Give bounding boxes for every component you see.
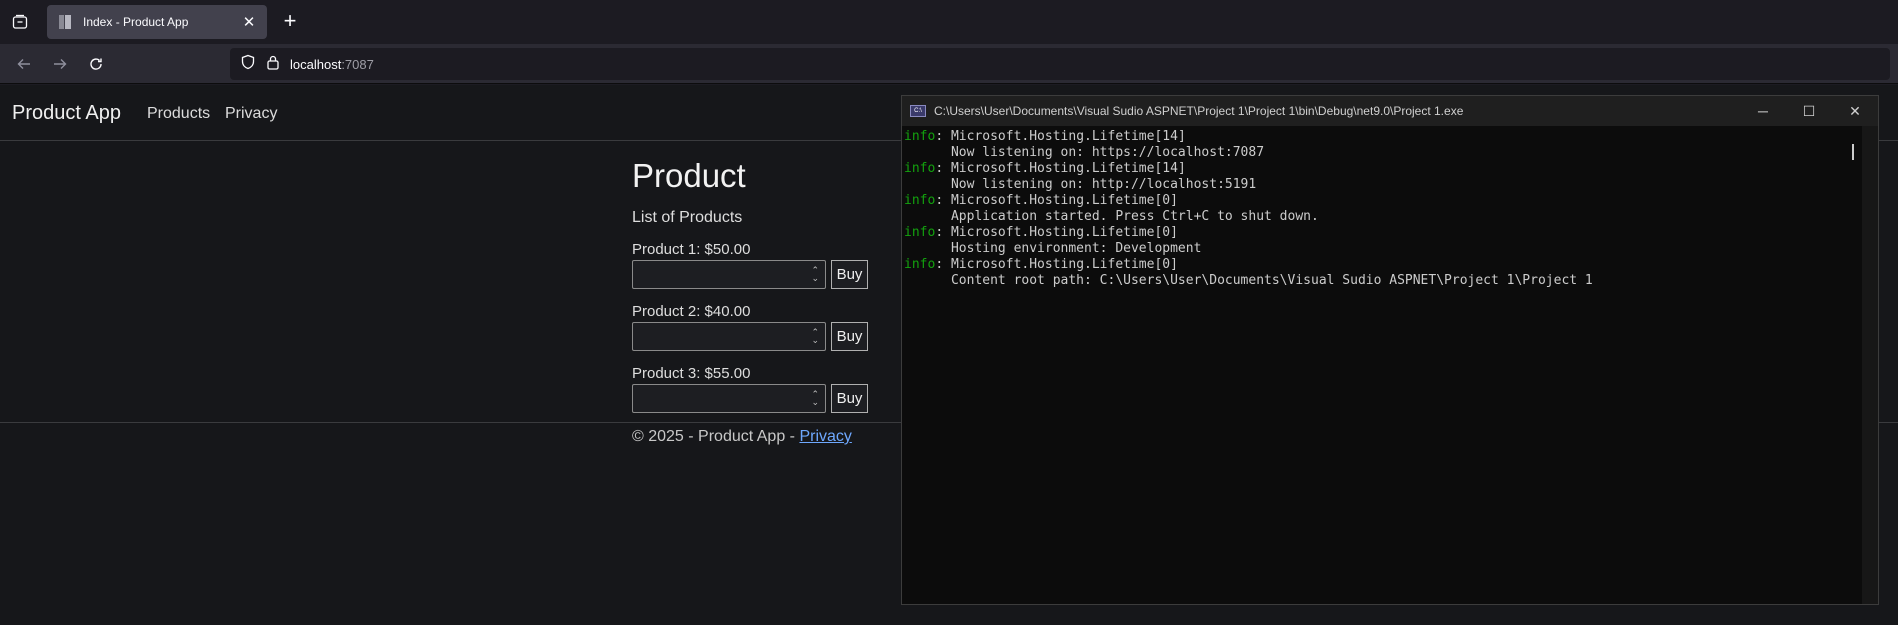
site-footer: © 2025 - Product App - Privacy bbox=[632, 428, 852, 446]
console-line: Now listening on: https://localhost:7087 bbox=[904, 145, 1876, 161]
footer-privacy-link[interactable]: Privacy bbox=[799, 428, 851, 445]
url-bar[interactable]: localhost:7087 bbox=[230, 48, 1890, 80]
url-host: localhost bbox=[290, 56, 342, 72]
log-level-label: info bbox=[904, 193, 936, 208]
log-text: : Microsoft.Hosting.Lifetime[0] bbox=[935, 257, 1178, 272]
browser-nav-bar: localhost:7087 bbox=[0, 44, 1898, 84]
main-content: Product List of Products Product 1: $50.… bbox=[632, 157, 932, 413]
lock-icon[interactable] bbox=[266, 54, 280, 75]
console-line: Content root path: C:\Users\User\Documen… bbox=[904, 273, 1876, 289]
nav-link-privacy[interactable]: Privacy bbox=[225, 105, 277, 123]
text-cursor bbox=[1852, 144, 1854, 160]
log-text: : Microsoft.Hosting.Lifetime[0] bbox=[935, 193, 1178, 208]
buy-button[interactable]: Buy bbox=[831, 322, 868, 351]
console-line: info: Microsoft.Hosting.Lifetime[0] bbox=[904, 257, 1876, 273]
console-line: info: Microsoft.Hosting.Lifetime[14] bbox=[904, 161, 1876, 177]
console-titlebar[interactable]: C:\ C:\Users\User\Documents\Visual Sudio… bbox=[902, 96, 1878, 126]
product-label: Product 1: $50.00 bbox=[632, 241, 751, 258]
nav-link-products[interactable]: Products bbox=[147, 105, 210, 123]
log-text: : Microsoft.Hosting.Lifetime[0] bbox=[935, 225, 1178, 240]
log-text: Now listening on: http://localhost:5191 bbox=[904, 177, 1257, 192]
console-app-icon: C:\ bbox=[910, 105, 926, 117]
log-level-label: info bbox=[904, 129, 936, 144]
console-line: Application started. Press Ctrl+C to shu… bbox=[904, 209, 1876, 225]
page-title: Product bbox=[632, 157, 746, 194]
log-level-label: info bbox=[904, 225, 936, 240]
product-item: Product 2: $40.00 ⌃ ⌄ Buy bbox=[632, 303, 932, 351]
console-line: info: Microsoft.Hosting.Lifetime[0] bbox=[904, 193, 1876, 209]
product-label: Product 2: $40.00 bbox=[632, 303, 751, 320]
maximize-icon[interactable]: ☐ bbox=[1786, 96, 1832, 126]
tab-title: Index - Product App bbox=[83, 15, 189, 29]
footer-text: © 2025 - Product App - bbox=[632, 428, 800, 445]
url-port: :7087 bbox=[341, 56, 374, 72]
quantity-input[interactable]: ⌃ ⌄ bbox=[632, 260, 826, 289]
product-item: Product 3: $55.00 ⌃ ⌄ Buy bbox=[632, 365, 932, 413]
back-arrow-icon[interactable] bbox=[12, 52, 36, 76]
close-window-icon[interactable]: ✕ bbox=[1832, 96, 1878, 126]
console-output[interactable]: info: Microsoft.Hosting.Lifetime[14] Now… bbox=[902, 126, 1878, 292]
shield-icon[interactable] bbox=[240, 54, 256, 75]
log-text: Application started. Press Ctrl+C to shu… bbox=[904, 209, 1319, 224]
close-tab-icon[interactable]: ✕ bbox=[241, 13, 257, 31]
quantity-input[interactable]: ⌃ ⌄ bbox=[632, 322, 826, 351]
url-text: localhost:7087 bbox=[290, 57, 374, 72]
console-line: Hosting environment: Development bbox=[904, 241, 1876, 257]
console-title: C:\Users\User\Documents\Visual Sudio ASP… bbox=[934, 104, 1464, 118]
console-line: info: Microsoft.Hosting.Lifetime[14] bbox=[904, 129, 1876, 145]
console-line: Now listening on: http://localhost:5191 bbox=[904, 177, 1876, 193]
product-label: Product 3: $55.00 bbox=[632, 365, 751, 382]
log-text: Content root path: C:\Users\User\Documen… bbox=[904, 273, 1593, 288]
console-window: C:\ C:\Users\User\Documents\Visual Sudio… bbox=[901, 95, 1879, 605]
log-text: Now listening on: https://localhost:7087 bbox=[904, 145, 1265, 160]
log-level-label: info bbox=[904, 257, 936, 272]
spinner-icon[interactable]: ⌃ ⌄ bbox=[811, 266, 819, 283]
browser-tab-bar: Index - Product App ✕ + bbox=[0, 0, 1898, 44]
tab-list-icon[interactable] bbox=[8, 10, 32, 34]
product-item: Product 1: $50.00 ⌃ ⌄ Buy bbox=[632, 241, 932, 289]
buy-button[interactable]: Buy bbox=[831, 384, 868, 413]
tab-index-product-app[interactable]: Index - Product App ✕ bbox=[47, 5, 267, 39]
log-text: : Microsoft.Hosting.Lifetime[14] bbox=[935, 129, 1186, 144]
buy-button[interactable]: Buy bbox=[831, 260, 868, 289]
log-level-label: info bbox=[904, 161, 936, 176]
page-subtitle: List of Products bbox=[632, 209, 743, 226]
spinner-icon[interactable]: ⌃ ⌄ bbox=[811, 390, 819, 407]
console-scrollbar[interactable] bbox=[1862, 126, 1878, 604]
console-line: info: Microsoft.Hosting.Lifetime[0] bbox=[904, 225, 1876, 241]
forward-arrow-icon[interactable] bbox=[48, 52, 72, 76]
brand-link[interactable]: Product App bbox=[12, 102, 121, 125]
reload-icon[interactable] bbox=[84, 52, 108, 76]
minimize-icon[interactable]: ─ bbox=[1740, 96, 1786, 126]
quantity-input[interactable]: ⌃ ⌄ bbox=[632, 384, 826, 413]
spinner-icon[interactable]: ⌃ ⌄ bbox=[811, 328, 819, 345]
log-text: Hosting environment: Development bbox=[904, 241, 1202, 256]
log-text: : Microsoft.Hosting.Lifetime[14] bbox=[935, 161, 1186, 176]
new-tab-icon[interactable]: + bbox=[278, 10, 302, 34]
page-icon bbox=[57, 14, 73, 30]
